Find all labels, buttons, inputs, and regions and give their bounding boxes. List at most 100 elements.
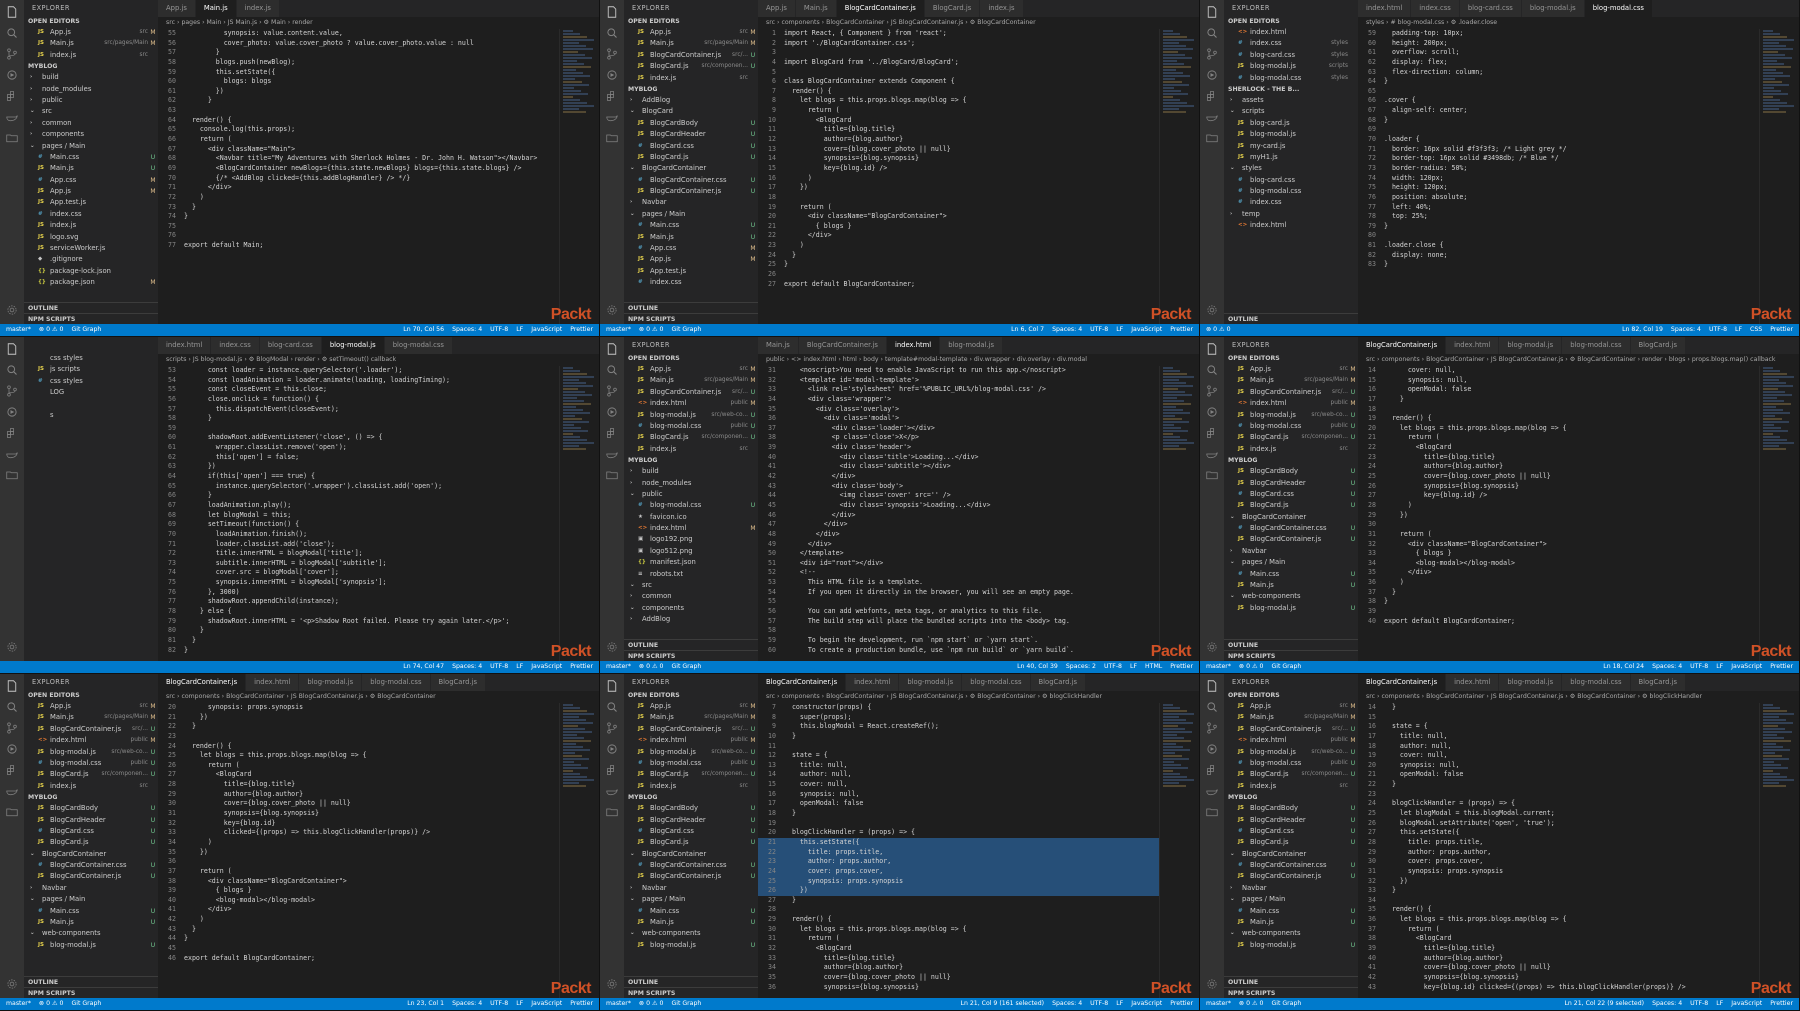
- editor-tab[interactable]: BlogCard.js: [430, 674, 487, 691]
- folder-item[interactable]: ⌄ web-components: [624, 928, 758, 939]
- file-tree-item[interactable]: <> index.html M: [624, 523, 758, 534]
- file-tree-item[interactable]: JS BlogCardHeader U: [624, 815, 758, 826]
- manage-gear-icon[interactable]: [6, 978, 18, 990]
- open-editor-item[interactable]: <> index.html public M: [624, 398, 758, 409]
- folder-item[interactable]: › Navbar: [624, 883, 758, 894]
- file-tree-item[interactable]: JS Main.js U: [24, 917, 158, 928]
- encoding-status[interactable]: UTF-8: [1090, 324, 1108, 336]
- run-debug-icon[interactable]: [1206, 69, 1218, 81]
- file-tree-item[interactable]: {} manifest.json: [624, 557, 758, 568]
- git-branch-status[interactable]: master*: [606, 998, 631, 1010]
- open-editor-item[interactable]: <> index.html public M: [24, 735, 158, 746]
- outline-header[interactable]: OUTLINE: [1224, 976, 1358, 987]
- extensions-icon[interactable]: [1206, 764, 1218, 776]
- file-tree-item[interactable]: # App.css M: [624, 243, 758, 254]
- git-graph-status[interactable]: Git Graph: [671, 998, 701, 1010]
- open-editors-header[interactable]: OPEN EDITORS: [624, 690, 758, 701]
- run-debug-icon[interactable]: [6, 743, 18, 755]
- breadcrumb[interactable]: public › <> index.html › html › body › t…: [758, 354, 1199, 366]
- npm-scripts-header[interactable]: NPM SCRIPTS: [624, 987, 758, 998]
- search-icon[interactable]: [6, 701, 18, 713]
- editor-tab[interactable]: App.js: [758, 0, 796, 17]
- git-graph-status[interactable]: Git Graph: [71, 998, 101, 1010]
- editor-tab[interactable]: blog-card.css: [1459, 0, 1522, 17]
- problems-status[interactable]: ⊗ 0 ⚠ 0: [639, 324, 664, 336]
- eol-status[interactable]: LF: [516, 998, 523, 1010]
- open-editor-item[interactable]: JS index.js src: [624, 781, 758, 792]
- file-tree-item[interactable]: JS BlogCardBody U: [24, 803, 158, 814]
- folder-item[interactable]: ⌄ pages / Main: [1224, 894, 1358, 905]
- code-editor[interactable]: 7 constructor(props) {8 super(props); 9 t…: [758, 703, 1159, 998]
- breadcrumb[interactable]: src › pages › Main › JS Main.js › ⚙ Main…: [158, 17, 599, 29]
- file-tree-item[interactable]: # blog-modal.css: [1224, 186, 1358, 197]
- folder-item[interactable]: › common: [24, 118, 158, 129]
- folder-item[interactable]: › public: [24, 95, 158, 106]
- explorer-icon[interactable]: [1206, 680, 1218, 692]
- file-tree-item[interactable]: ★ favicon.ico: [624, 512, 758, 523]
- cursor-position[interactable]: Ln 82, Col 19: [1622, 324, 1663, 336]
- outline-header[interactable]: OUTLINE: [1224, 639, 1358, 650]
- open-editor-item[interactable]: # blog-card.css styles: [1224, 50, 1358, 61]
- search-icon[interactable]: [6, 364, 18, 376]
- file-tree-item[interactable]: JS BlogCardHeader U: [24, 815, 158, 826]
- extensions-icon[interactable]: [6, 90, 18, 102]
- open-editor-item[interactable]: JS index.js src: [24, 50, 158, 61]
- search-icon[interactable]: [1206, 701, 1218, 713]
- cursor-position[interactable]: Ln 74, Col 47: [403, 661, 444, 673]
- remote-explorer-icon[interactable]: [6, 806, 18, 818]
- open-editor-item[interactable]: JS index.js src: [624, 73, 758, 84]
- editor-tab[interactable]: index.html: [886, 337, 941, 354]
- open-editors-header[interactable]: OPEN EDITORS: [24, 16, 158, 27]
- remote-explorer-icon[interactable]: [1206, 806, 1218, 818]
- folder-item[interactable]: ⌄ src: [24, 106, 158, 117]
- file-tree-item[interactable]: JS BlogCardHeader U: [1224, 815, 1358, 826]
- language-mode[interactable]: JavaScript: [1731, 661, 1762, 673]
- indentation-status[interactable]: Spaces: 4: [452, 998, 482, 1010]
- run-debug-icon[interactable]: [1206, 406, 1218, 418]
- cursor-position[interactable]: Ln 21, Col 22 (9 selected): [1564, 998, 1644, 1010]
- folder-item[interactable]: › node_modules: [24, 84, 158, 95]
- explorer-icon[interactable]: [606, 680, 618, 692]
- docker-icon[interactable]: [6, 111, 18, 123]
- editor-tab[interactable]: blog-modal.css: [362, 674, 431, 691]
- open-editor-item[interactable]: JS blog-modal.js scripts: [1224, 61, 1358, 72]
- file-tree-item[interactable]: JS BlogCardBody U: [1224, 803, 1358, 814]
- problems-status[interactable]: ⊗ 0 ⚠ 0: [1239, 998, 1264, 1010]
- file-tree-item[interactable]: JS BlogCardBody U: [624, 803, 758, 814]
- file-tree-item[interactable]: ▣ logo512.png: [624, 546, 758, 557]
- git-branch-status[interactable]: master*: [606, 324, 631, 336]
- editor-tab[interactable]: index.js: [236, 0, 280, 17]
- breadcrumb[interactable]: styles › # blog-modal.css › ⚙ .loader.cl…: [1358, 17, 1799, 29]
- open-editor-item[interactable]: JS BlogCard.js src/componen... U: [624, 769, 758, 780]
- eol-status[interactable]: LF: [1735, 324, 1742, 336]
- file-tree-item[interactable]: # BlogCardContainer.css U: [624, 860, 758, 871]
- open-editor-item[interactable]: JS App.js src M: [24, 27, 158, 38]
- language-mode[interactable]: JavaScript: [531, 998, 562, 1010]
- git-branch-status[interactable]: master*: [6, 998, 31, 1010]
- project-folder-header[interactable]: MYBLOG: [624, 455, 758, 466]
- cursor-position[interactable]: Ln 23, Col 1: [407, 998, 444, 1010]
- folder-item[interactable]: › AddBlog: [624, 614, 758, 625]
- eol-status[interactable]: LF: [1116, 998, 1123, 1010]
- breadcrumb[interactable]: src › components › BlogCardContainer › J…: [758, 691, 1199, 703]
- file-tree-item[interactable]: [24, 399, 158, 410]
- search-icon[interactable]: [1206, 364, 1218, 376]
- breadcrumb[interactable]: src › components › BlogCardContainer › J…: [758, 17, 1199, 29]
- file-tree-item[interactable]: JS Main.js U: [1224, 917, 1358, 928]
- cursor-position[interactable]: Ln 21, Col 9 (161 selected): [961, 998, 1045, 1010]
- code-editor[interactable]: 1 import React, { Component } from 'react…: [758, 29, 1159, 324]
- folder-item[interactable]: ⌄ BlogCardContainer: [624, 163, 758, 174]
- open-editor-item[interactable]: JS BlogCardContainer.js src/... U: [1224, 387, 1358, 398]
- file-tree-item[interactable]: JS BlogCard.js U: [1224, 500, 1358, 511]
- file-tree-item[interactable]: # BlogCardContainer.css U: [24, 860, 158, 871]
- file-tree-item[interactable]: css styles: [24, 353, 158, 364]
- minimap[interactable]: [1759, 29, 1799, 324]
- file-tree-item[interactable]: LOG: [24, 387, 158, 398]
- npm-scripts-header[interactable]: NPM SCRIPTS: [24, 987, 158, 998]
- folder-item[interactable]: ⌄ pages / Main: [624, 209, 758, 220]
- indentation-status[interactable]: Spaces: 4: [1652, 998, 1682, 1010]
- encoding-status[interactable]: UTF-8: [490, 324, 508, 336]
- editor-tab[interactable]: index.html: [158, 337, 212, 354]
- file-tree-item[interactable]: JS BlogCard.js U: [624, 837, 758, 848]
- file-tree-item[interactable]: JS BlogCardContainer.js U: [1224, 534, 1358, 545]
